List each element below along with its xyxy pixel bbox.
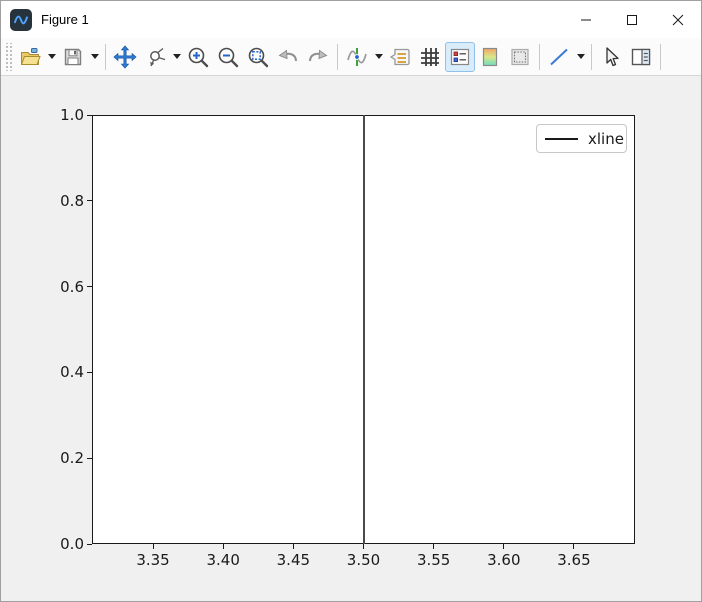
save-dropdown[interactable] xyxy=(88,42,101,72)
colormap-icon xyxy=(478,45,502,69)
x-tick-mark xyxy=(363,544,364,549)
zoom-in-icon xyxy=(186,45,210,69)
chevron-down-icon xyxy=(173,54,181,59)
node-editor-icon xyxy=(143,45,167,69)
panel-toggle-button[interactable] xyxy=(626,42,656,72)
node-tool-dropdown[interactable] xyxy=(170,42,183,72)
y-tick-mark xyxy=(87,200,92,201)
maximize-button[interactable] xyxy=(609,1,655,38)
legend-icon xyxy=(448,45,472,69)
line-style-button[interactable] xyxy=(544,42,574,72)
plot-vline-xline xyxy=(363,115,365,544)
chevron-down-icon xyxy=(577,54,585,59)
y-tick-mark xyxy=(87,372,92,373)
x-tick-mark xyxy=(503,544,504,549)
pan-arrows-icon xyxy=(113,45,137,69)
waveform-dropdown[interactable] xyxy=(372,42,385,72)
x-tick-label: 3.55 xyxy=(417,551,450,569)
save-button[interactable] xyxy=(58,42,88,72)
x-tick-label: 3.65 xyxy=(557,551,590,569)
axes-frame-button[interactable] xyxy=(505,42,535,72)
legend-toggle-button[interactable] xyxy=(445,42,475,72)
colormap-button[interactable] xyxy=(475,42,505,72)
titlebar: Figure 1 xyxy=(1,1,701,38)
side-panel-icon xyxy=(629,45,653,69)
toolbar-grip[interactable] xyxy=(4,43,12,71)
minimize-button[interactable] xyxy=(563,1,609,38)
zoom-fit-button[interactable] xyxy=(243,42,273,72)
zoom-in-button[interactable] xyxy=(183,42,213,72)
matplotlib-logo-icon xyxy=(10,9,32,31)
y-tick-label: 0.8 xyxy=(31,192,84,210)
window-controls xyxy=(563,1,701,38)
y-tick-mark xyxy=(87,115,92,116)
window-title: Figure 1 xyxy=(41,12,89,27)
zoom-to-fit-icon xyxy=(246,45,270,69)
x-tick-label: 3.35 xyxy=(136,551,169,569)
annotation-callout-icon xyxy=(388,45,412,69)
zoom-out-icon xyxy=(216,45,240,69)
x-tick-label: 3.40 xyxy=(206,551,239,569)
x-tick-mark xyxy=(153,544,154,549)
y-tick-mark xyxy=(87,286,92,287)
cursor-arrow-icon xyxy=(599,45,623,69)
grid-toggle-button[interactable] xyxy=(415,42,445,72)
toolbar xyxy=(1,38,701,76)
redo-button[interactable] xyxy=(303,42,333,72)
toolbar-separator xyxy=(591,44,592,70)
line-style-dropdown[interactable] xyxy=(574,42,587,72)
open-folder-icon xyxy=(18,45,42,69)
waveform-icon xyxy=(345,45,369,69)
chevron-down-icon xyxy=(48,54,56,59)
figure-canvas[interactable]: xline 3.35 3.40 3.45 3.50 3.55 3.60 3.65 0.0 0.2… xyxy=(1,76,701,601)
annotation-button[interactable] xyxy=(385,42,415,72)
zoom-out-button[interactable] xyxy=(213,42,243,72)
x-tick-label: 3.45 xyxy=(277,551,310,569)
figure-window: Figure 1 xyxy=(0,0,702,602)
dashed-frame-icon xyxy=(508,45,532,69)
line-icon xyxy=(547,45,571,69)
x-tick-label: 3.50 xyxy=(347,551,380,569)
x-tick-mark xyxy=(573,544,574,549)
x-tick-label: 3.60 xyxy=(487,551,520,569)
legend-line-sample xyxy=(545,138,578,140)
floppy-disk-icon xyxy=(61,45,85,69)
chevron-down-icon xyxy=(91,54,99,59)
chevron-down-icon xyxy=(375,54,383,59)
legend[interactable]: xline xyxy=(536,124,627,153)
open-file-button[interactable] xyxy=(15,42,45,72)
y-tick-label: 0.6 xyxy=(31,278,84,296)
x-tick-mark xyxy=(223,544,224,549)
open-file-dropdown[interactable] xyxy=(45,42,58,72)
x-tick-mark xyxy=(293,544,294,549)
undo-icon xyxy=(276,45,300,69)
grid-icon xyxy=(418,45,442,69)
x-tick-mark xyxy=(433,544,434,549)
toolbar-separator xyxy=(105,44,106,70)
node-tool-button[interactable] xyxy=(140,42,170,72)
close-button[interactable] xyxy=(655,1,701,38)
y-tick-label: 1.0 xyxy=(31,106,84,124)
y-tick-mark xyxy=(87,458,92,459)
toolbar-separator xyxy=(539,44,540,70)
toolbar-separator xyxy=(337,44,338,70)
pan-button[interactable] xyxy=(110,42,140,72)
toolbar-separator xyxy=(660,44,661,70)
legend-label: xline xyxy=(588,130,624,148)
y-tick-label: 0.4 xyxy=(31,363,84,381)
redo-icon xyxy=(306,45,330,69)
waveform-tool-button[interactable] xyxy=(342,42,372,72)
cursor-tool-button[interactable] xyxy=(596,42,626,72)
y-tick-mark xyxy=(87,544,92,545)
y-tick-label: 0.2 xyxy=(31,449,84,467)
undo-button[interactable] xyxy=(273,42,303,72)
y-tick-label: 0.0 xyxy=(31,535,84,553)
